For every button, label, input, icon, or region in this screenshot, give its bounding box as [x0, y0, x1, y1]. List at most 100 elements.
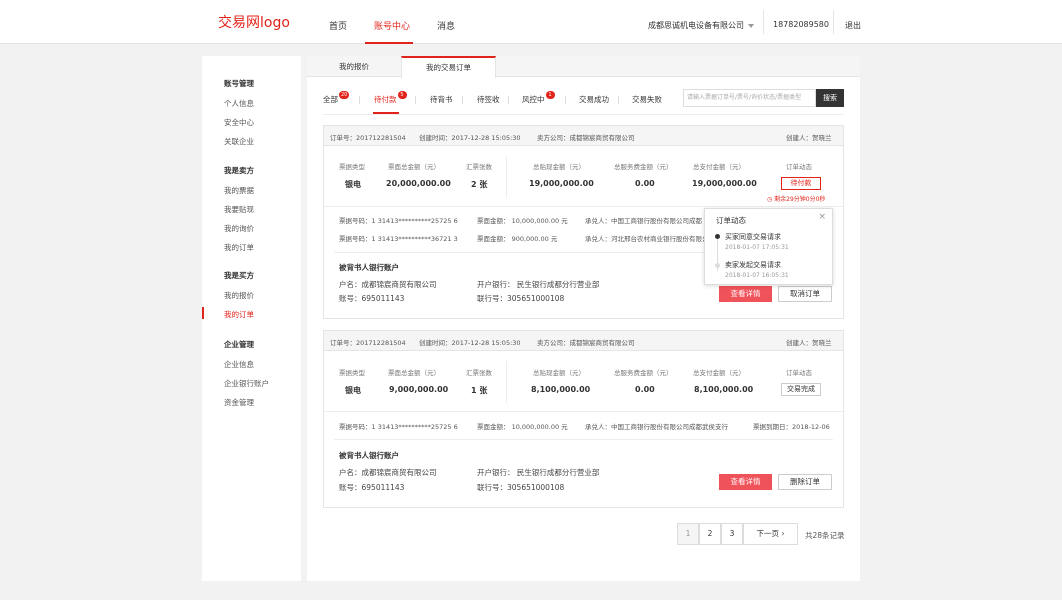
tab-my-orders[interactable]: 我的交易订单	[401, 56, 496, 78]
status-badge: 交易完成	[781, 383, 821, 396]
sidebar-item-inquiries[interactable]: 我的询价	[224, 223, 254, 242]
filter-success[interactable]: 交易成功	[579, 94, 609, 105]
divider	[323, 114, 844, 115]
delete-order-button[interactable]: 删除订单	[778, 474, 832, 490]
sidebar-item-bank-accounts[interactable]: 企业银行账户	[224, 378, 269, 397]
discount-total: 19,000,000.00	[529, 179, 594, 188]
tab-my-quotes[interactable]: 我的报价	[307, 56, 401, 77]
sidebar-item-security[interactable]: 安全中心	[224, 117, 254, 136]
sidebar-item-buyer-orders[interactable]: 我的订单	[224, 309, 254, 328]
sidebar-item-profile[interactable]: 个人信息	[224, 98, 254, 117]
bill-type: 银电	[345, 180, 361, 189]
order-creator: 创建人：贺晓兰	[786, 134, 832, 142]
site-logo[interactable]: 交易网logo	[218, 12, 290, 32]
view-details-button[interactable]: 查看详情	[719, 474, 772, 490]
divider	[618, 96, 619, 104]
count-badge: 20	[339, 91, 350, 99]
discount-total: 8,100,000.00	[531, 385, 591, 394]
account-number: 账号：695011143	[339, 294, 405, 303]
sidebar-group-seller: 我是卖方 我的票据 我要贴现 我的询价 我的订单	[224, 165, 254, 261]
payment-total: 8,100,000.00	[694, 385, 754, 394]
service-fee-total: 0.00	[635, 179, 655, 188]
divider	[508, 96, 509, 104]
search-input[interactable]: 请输入票据订单号/票号/询价状态/票据类型	[683, 89, 816, 107]
col-label: 票据类型	[339, 369, 365, 377]
cancel-order-button[interactable]: 取消订单	[778, 286, 832, 302]
account-section-title: 被背书人银行账户	[339, 263, 399, 272]
company-name: 成都思诚机电设备有限公司	[648, 21, 744, 30]
service-fee-total: 0.00	[635, 385, 655, 394]
sidebar-item-linked-company[interactable]: 关联企业	[224, 136, 254, 155]
sidebar-item-my-quotes[interactable]: 我的报价	[224, 290, 254, 309]
sidebar-group-title: 我是卖方	[224, 166, 254, 175]
filter-label: 风控中	[522, 95, 545, 104]
company-switcher[interactable]: 成都思诚机电设备有限公司	[648, 20, 754, 31]
filter-label: 待付款	[374, 95, 397, 104]
bank-code: 联行号：305651000108	[477, 483, 565, 492]
col-label: 汇票张数	[466, 163, 492, 171]
sidebar-item-my-bills[interactable]: 我的票据	[224, 185, 254, 204]
filter-label: 全部	[323, 95, 338, 104]
divider	[506, 361, 507, 403]
bill-number: 票据号码：1 31413**********36721 3	[339, 235, 458, 243]
filter-pending-payment[interactable]: 待付款 5	[374, 91, 407, 105]
bill-due-date: 票据到期日：2018-12-06	[753, 423, 830, 431]
bank-name: 开户银行： 民生银行成都分行营业部	[477, 280, 600, 289]
total-records: 共28条记录	[805, 531, 845, 540]
page-1[interactable]: 1	[677, 523, 699, 545]
order-created-time: 创建时间：2017-12-28 15:05:30	[419, 339, 521, 347]
order-created-time: 创建时间：2017-12-28 15:05:30	[419, 134, 521, 142]
bill-amount: 票面金额： 10,000,000.00 元	[477, 217, 568, 225]
order-number: 订单号：201712281504	[330, 339, 406, 347]
bill-number: 票据号码：1 31413**********25725 6	[339, 217, 458, 225]
search-button[interactable]: 搜索	[816, 89, 844, 107]
timeline-time: 2018-01-07 17:05:31	[725, 244, 789, 251]
sidebar-item-company-info[interactable]: 企业信息	[224, 359, 269, 378]
account-name: 户名：成都锦宸商贸有限公司	[339, 280, 437, 289]
view-details-button[interactable]: 查看详情	[719, 286, 772, 302]
col-label: 汇票张数	[466, 369, 492, 377]
chevron-right-icon: ›	[781, 529, 785, 538]
nav-messages[interactable]: 消息	[437, 19, 455, 32]
filter-risk-control[interactable]: 风控中 1	[522, 91, 555, 105]
sidebar-active-indicator	[202, 307, 204, 319]
sidebar-item-discount[interactable]: 我要贴现	[224, 204, 254, 223]
filter-pending-sign[interactable]: 待签收	[477, 94, 500, 105]
filter-all[interactable]: 全部 20	[323, 91, 350, 105]
sidebar-item-funds[interactable]: 资金管理	[224, 397, 269, 416]
bill-acceptor: 承兑人：中国工商银行股份有限公司成都	[585, 217, 702, 225]
sidebar-group-title: 我是买方	[224, 271, 254, 280]
face-total: 20,000,000.00	[386, 179, 451, 188]
col-label: 总支付金额（元）	[693, 163, 745, 171]
divider	[462, 96, 463, 104]
face-total: 9,000,000.00	[389, 385, 449, 394]
col-label: 总贴现金额（元）	[533, 163, 585, 171]
account-name: 户名：成都锦宸商贸有限公司	[339, 468, 437, 477]
logout-link[interactable]: 退出	[845, 20, 861, 31]
col-label: 票面总金额（元）	[388, 163, 440, 171]
bill-acceptor: 承兑人：中国工商银行股份有限公司成都武侯支行	[585, 423, 728, 431]
divider	[415, 96, 416, 104]
filter-failed[interactable]: 交易失败	[632, 94, 662, 105]
page-2[interactable]: 2	[699, 523, 721, 545]
divider	[506, 156, 507, 198]
next-page-button[interactable]: 下一页 ›	[743, 523, 798, 545]
page-3[interactable]: 3	[721, 523, 743, 545]
timeline-time: 2018-01-07 16:05:31	[725, 272, 789, 279]
sidebar-item-seller-orders[interactable]: 我的订单	[224, 242, 254, 261]
account-number: 账号：695011143	[339, 483, 405, 492]
filter-pending-endorse[interactable]: 待背书	[430, 94, 453, 105]
order-card-header: 订单号：201712281504 创建时间：2017-12-28 15:05:3…	[324, 331, 843, 351]
sidebar: 账号管理 个人信息 安全中心 关联企业 我是卖方 我的票据 我要贴现 我的询价 …	[202, 56, 301, 581]
user-phone: 18782089580	[773, 20, 829, 29]
timeline-dot	[715, 234, 720, 239]
countdown-timer: ◷ 剩余29分钟0分0秒	[767, 194, 825, 203]
top-header: 交易网logo 首页 账号中心 消息 成都思诚机电设备有限公司 18782089…	[0, 0, 1062, 44]
status-badge: 待付款	[781, 177, 821, 190]
bill-number: 票据号码：1 31413**********25725 6	[339, 423, 458, 431]
close-icon[interactable]: ×	[818, 212, 826, 222]
bill-count: 2 张	[471, 180, 488, 189]
divider	[565, 96, 566, 104]
nav-home[interactable]: 首页	[329, 19, 347, 32]
nav-account-center[interactable]: 账号中心	[374, 19, 410, 32]
